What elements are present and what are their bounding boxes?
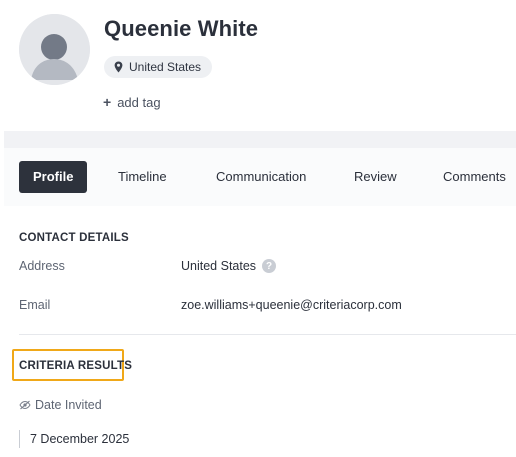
eye-slash-icon bbox=[19, 400, 31, 410]
header-divider-band bbox=[4, 131, 516, 148]
address-value-row: United States ? bbox=[181, 259, 277, 273]
section-divider bbox=[19, 334, 516, 335]
tab-review[interactable]: Review bbox=[354, 161, 397, 193]
tab-comments[interactable]: Comments bbox=[443, 161, 506, 193]
contact-details-title: CONTACT DETAILS bbox=[19, 232, 129, 244]
date-invited-label: Date Invited bbox=[35, 398, 102, 412]
date-invited-value-row: 7 December 2025 bbox=[19, 430, 129, 448]
add-tag-button[interactable]: + add tag bbox=[103, 94, 161, 110]
date-invited-value: 7 December 2025 bbox=[30, 432, 130, 446]
tab-bar: Profile Timeline Communication Review Co… bbox=[4, 148, 516, 206]
address-value: United States bbox=[181, 259, 257, 273]
help-icon[interactable]: ? bbox=[262, 259, 277, 273]
tab-communication[interactable]: Communication bbox=[216, 161, 306, 193]
candidate-name: Queenie White bbox=[104, 16, 259, 41]
address-label: Address bbox=[19, 259, 65, 273]
add-tag-label: add tag bbox=[117, 94, 161, 110]
avatar-placeholder-icon bbox=[19, 14, 90, 85]
tab-profile[interactable]: Profile bbox=[19, 161, 88, 193]
location-text: United States bbox=[129, 60, 202, 74]
email-label: Email bbox=[19, 298, 51, 312]
location-pin-icon bbox=[114, 61, 123, 73]
criteria-results-title: CRITERIA RESULTS bbox=[19, 360, 133, 372]
date-invited-label-row: Date Invited bbox=[19, 398, 102, 412]
plus-icon: + bbox=[103, 94, 112, 110]
avatar bbox=[19, 14, 90, 85]
email-value[interactable]: zoe.williams+queenie@criteriacorp.com bbox=[181, 298, 402, 312]
location-chip: United States bbox=[104, 56, 213, 78]
tab-timeline[interactable]: Timeline bbox=[118, 161, 167, 193]
